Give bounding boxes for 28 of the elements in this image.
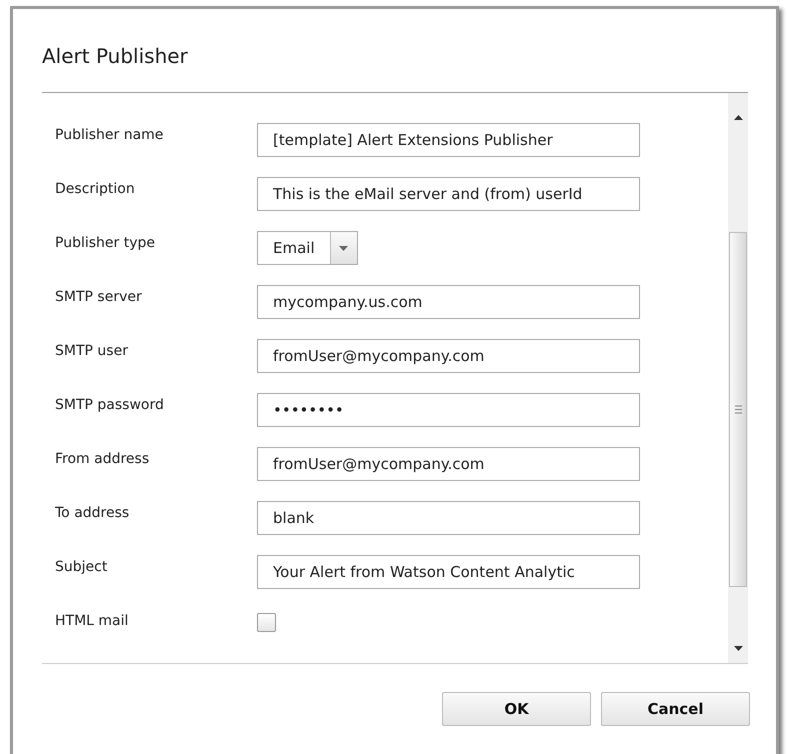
field-label: Description — [55, 180, 136, 198]
dialog-button[interactable]: OK — [442, 692, 591, 726]
text-field[interactable]: fromUser@mycompany.com — [257, 339, 640, 373]
text-field[interactable]: blank — [257, 501, 640, 535]
field-label: SMTP server — [55, 288, 143, 306]
text-field[interactable]: •••••••• — [257, 393, 640, 427]
text-field[interactable]: Your Alert from Watson Content Analytic — [257, 555, 640, 589]
text-field[interactable]: fromUser@mycompany.com — [257, 447, 640, 481]
scroll-up-icon — [734, 115, 742, 120]
field-label: Subject — [55, 558, 108, 576]
grip-icon — [734, 405, 742, 414]
field-label: Publisher name — [55, 126, 164, 144]
type-dropdown[interactable]: Email — [257, 231, 358, 265]
field-label: SMTP password — [55, 396, 165, 414]
checkbox[interactable] — [257, 612, 276, 632]
field-label: SMTP user — [55, 342, 129, 360]
field-label: To address — [55, 504, 130, 522]
dialog-button[interactable]: Cancel — [601, 692, 750, 726]
text-field[interactable]: mycompany.us.com — [257, 285, 640, 319]
text-field[interactable]: This is the eMail server and (from) userId — [257, 177, 640, 211]
field-label: From address — [55, 450, 150, 468]
caret-icon — [330, 232, 357, 264]
field-label: HTML mail — [55, 612, 130, 630]
field-label: Publisher type — [55, 234, 156, 252]
scroll-down-icon — [734, 646, 742, 651]
dialog-title: Alert Publisher — [42, 42, 188, 70]
text-field[interactable]: [template] Alert Extensions Publisher — [257, 123, 640, 157]
scrollbar[interactable] — [728, 93, 748, 663]
